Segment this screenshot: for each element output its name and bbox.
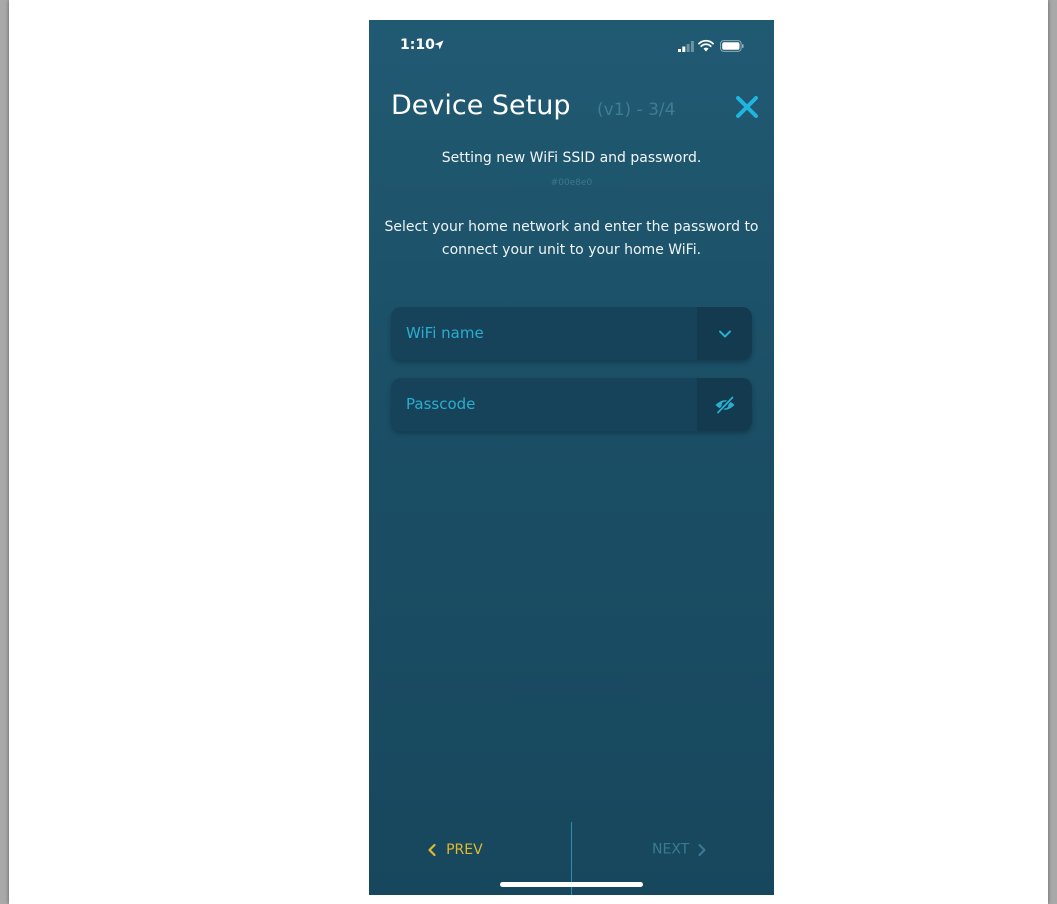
chevron-down-icon [718,330,731,337]
close-button[interactable] [732,92,762,122]
toggle-passcode-visibility-button[interactable] [697,378,752,431]
chevron-left-icon [428,843,436,856]
prev-label: PREV [446,841,483,858]
page-title: Device Setup [391,90,571,121]
wifi-name-dropdown[interactable]: WiFi name [391,307,752,360]
chevron-right-icon [698,843,706,856]
status-bar: 1:10 [369,20,774,76]
passcode-field[interactable]: Passcode [391,378,752,431]
device-id: #00e8e0 [550,178,593,188]
setup-instructions: Select your home network and enter the p… [384,219,759,258]
cellular-signal-icon [678,41,694,52]
next-button[interactable]: NEXT [652,839,707,861]
home-indicator [500,882,643,887]
header: Device Setup (v1) - 3/4 [391,86,758,130]
eye-slash-icon [715,395,734,414]
status-time: 1:10 [400,37,435,53]
passcode-placeholder: Passcode [406,395,476,413]
wifi-name-placeholder: WiFi name [406,324,484,342]
wifi-dropdown-toggle[interactable] [697,307,752,360]
next-label: NEXT [652,841,690,858]
location-arrow-icon [434,40,444,50]
phone-screen: 1:10 Device Setup (v1) - 3/4 Setting new… [369,20,774,895]
setup-subtitle: Setting new WiFi SSID and password. [441,150,702,166]
wifi-icon [698,39,714,52]
document-page: 1:10 Device Setup (v1) - 3/4 Setting new… [9,0,1048,904]
battery-icon [720,40,744,52]
step-indicator: (v1) - 3/4 [597,100,676,120]
close-icon [736,96,758,118]
prev-button[interactable]: PREV [427,839,483,861]
